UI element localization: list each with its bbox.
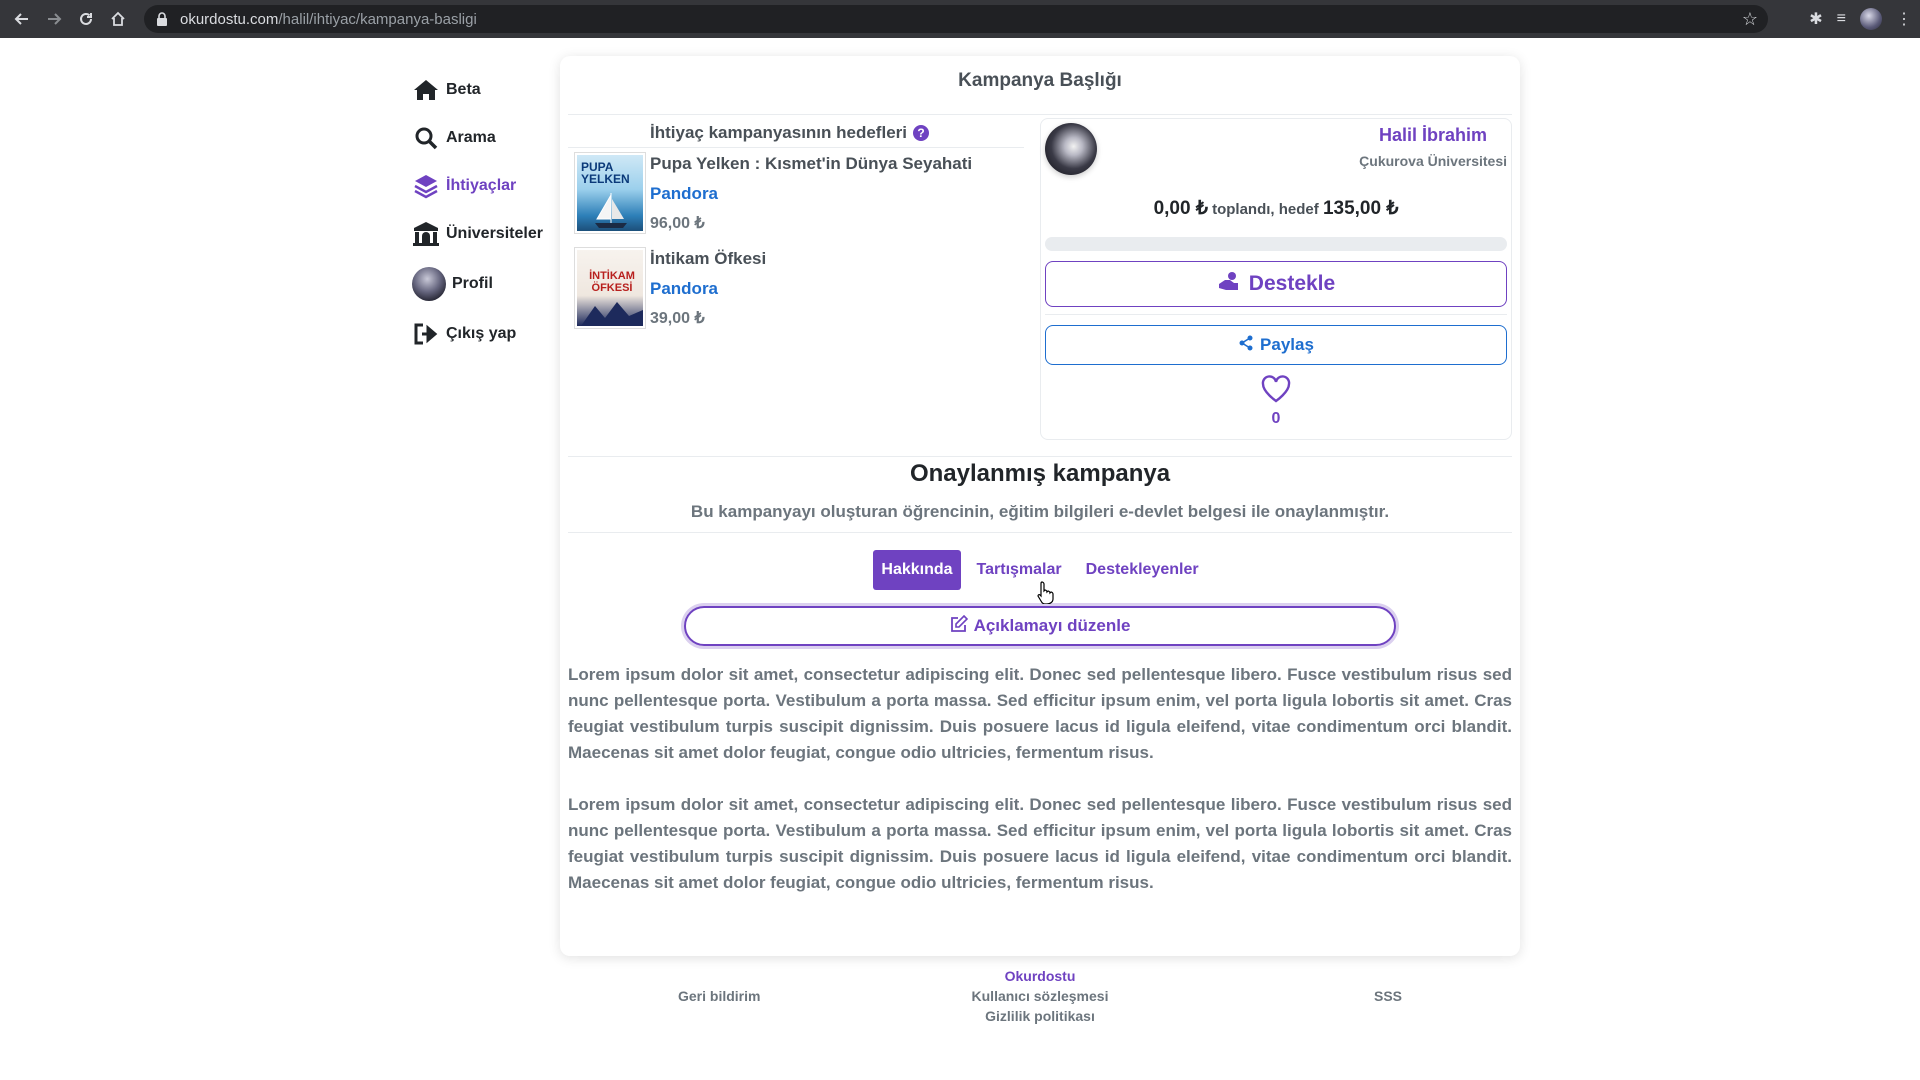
sidebar-item-arama[interactable]: Arama	[412, 114, 562, 162]
extensions-icon[interactable]: ✱	[1809, 9, 1822, 29]
sidebar-item-label: İhtiyaçlar	[446, 177, 517, 194]
sidebar-item-profil[interactable]: Profil	[412, 258, 562, 310]
lock-icon	[156, 12, 170, 26]
approved-heading: Onaylanmış kampanya	[909, 460, 1171, 487]
book-price: 96,00 ₺	[650, 215, 705, 232]
bookmark-star-icon[interactable]: ☆	[1742, 9, 1758, 30]
layers-icon	[412, 172, 440, 200]
privacy-link[interactable]: Gizlilik politikası	[560, 1006, 1520, 1026]
help-icon[interactable]: ?	[912, 124, 929, 141]
divider	[568, 114, 1512, 115]
share-button[interactable]: Paylaş	[1045, 325, 1507, 365]
browser-menu-icon[interactable]: ⋮	[1896, 9, 1912, 29]
book-publisher[interactable]: Pandora	[650, 279, 1024, 299]
book-cover[interactable]: PUPA YELKEN	[574, 152, 646, 234]
edit-description-button[interactable]: Açıklamayı düzenle	[684, 606, 1396, 646]
divider	[568, 532, 1512, 533]
support-button-label: Destekle	[1248, 272, 1336, 295]
book-title[interactable]: Pupa Yelken : Kısmet'in Dünya Seyahati	[650, 148, 1024, 174]
book-title[interactable]: İntikam Öfkesi	[650, 243, 1024, 269]
browser-profile-avatar[interactable]	[1860, 8, 1882, 30]
sidebar-item-universiteler[interactable]: Üniversiteler	[412, 210, 562, 258]
sidebar-item-label: Arama	[446, 129, 496, 146]
edit-description-label: Açıklamayı düzenle	[973, 616, 1131, 635]
book-cover-title: PUPA YELKEN	[581, 160, 630, 186]
share-icon	[1238, 335, 1254, 356]
target-amount: 135,00 ₺	[1322, 198, 1399, 219]
like-count: 0	[1271, 410, 1281, 427]
site-footer: Geri bildirim Okurdostu Kullanıcı sözleş…	[560, 966, 1520, 1036]
home-icon	[412, 76, 440, 104]
sidebar-item-label: Profil	[452, 275, 493, 292]
sidebar-item-beta[interactable]: Beta	[412, 66, 562, 114]
sidebar-item-ihtiyaclar[interactable]: İhtiyaçlar	[412, 162, 562, 210]
campaign-goals: İhtiyaç kampanyasının hedefleri ? PUPA Y…	[568, 118, 1024, 338]
creator-university: Çukurova Üniversitesi	[1359, 153, 1507, 169]
raised-label: toplandı, hedef	[1212, 201, 1319, 218]
tab-destekleyenler[interactable]: Destekleyenler	[1078, 550, 1207, 590]
funding-progress-bar	[1045, 237, 1507, 251]
avatar	[412, 267, 446, 301]
reload-icon[interactable]	[70, 0, 102, 38]
funding-status: 0,00 ₺ toplandı, hedef 135,00 ₺	[1041, 197, 1511, 220]
browser-actions: ✱ ≡ ⋮	[1809, 0, 1912, 38]
goals-heading: İhtiyaç kampanyasının hedefleri ?	[568, 118, 1024, 148]
logout-icon	[412, 320, 440, 348]
browser-toolbar: okurdostu.com/halil/ihtiyac/kampanya-bas…	[0, 0, 1920, 38]
description-paragraph: Lorem ipsum dolor sit amet, consectetur …	[568, 795, 1512, 892]
faq-link[interactable]: SSS	[1374, 988, 1402, 1004]
mouse-cursor-icon	[1037, 581, 1054, 604]
home-button-icon[interactable]	[102, 0, 134, 38]
url-host: okurdostu.com	[180, 10, 279, 28]
description-paragraph: Lorem ipsum dolor sit amet, consectetur …	[568, 665, 1512, 762]
sidebar-item-cikis[interactable]: Çıkış yap	[412, 310, 562, 358]
university-icon	[412, 220, 440, 248]
raised-amount: 0,00 ₺	[1153, 198, 1208, 219]
sidebar-item-label: Üniversiteler	[446, 225, 543, 242]
creator-name[interactable]: Halil İbrahim	[1379, 125, 1487, 146]
support-button[interactable]: Destekle	[1045, 261, 1507, 307]
book-cover-title: İNTİKAM ÖFKESİ	[589, 270, 635, 294]
back-icon[interactable]	[6, 0, 38, 38]
list-item: PUPA YELKEN Pupa Yelken : Kısmet'in Düny…	[568, 148, 1024, 243]
forward-icon[interactable]	[38, 0, 70, 38]
donate-icon	[1217, 270, 1241, 298]
url-path: /halil/ihtiyac/kampanya-basligi	[278, 10, 477, 28]
tab-hakkinda[interactable]: Hakkında	[873, 550, 961, 590]
divider	[1045, 314, 1507, 315]
campaign-description: Lorem ipsum dolor sit amet, consectetur …	[568, 662, 1512, 896]
like-control: 0	[1041, 375, 1511, 428]
approved-text: Bu kampanyayı oluşturan öğrencinin, eğit…	[690, 502, 1390, 521]
divider	[568, 456, 1512, 457]
address-bar[interactable]: okurdostu.com/halil/ihtiyac/kampanya-bas…	[144, 5, 1768, 33]
sidebar-item-label: Beta	[446, 81, 481, 98]
creator-avatar[interactable]	[1045, 123, 1097, 175]
tab-tartismalar[interactable]: Tartışmalar	[969, 550, 1070, 590]
media-icon[interactable]: ≡	[1837, 10, 1846, 28]
sidebar-nav: Beta Arama İhtiyaçlar Üniversiteler Prof…	[412, 66, 562, 358]
edit-icon	[950, 614, 968, 638]
book-cover[interactable]: İNTİKAM ÖFKESİ	[574, 247, 646, 329]
goals-heading-text: İhtiyaç kampanyasının hedefleri	[650, 122, 907, 142]
book-price: 39,00 ₺	[650, 310, 705, 327]
campaign-card: Kampanya Başlığı İhtiyaç kampanyasının h…	[560, 56, 1520, 956]
list-item: İNTİKAM ÖFKESİ İntikam Öfkesi Pandora 39…	[568, 243, 1024, 338]
support-panel: Halil İbrahim Çukurova Üniversitesi 0,00…	[1040, 118, 1512, 440]
book-publisher[interactable]: Pandora	[650, 184, 1024, 204]
share-button-label: Paylaş	[1260, 335, 1314, 354]
footer-brand[interactable]: Okurdostu	[560, 966, 1520, 986]
sidebar-item-label: Çıkış yap	[446, 325, 517, 342]
heart-icon[interactable]	[1261, 375, 1291, 407]
search-icon	[412, 124, 440, 152]
page-title: Kampanya Başlığı	[958, 70, 1122, 91]
